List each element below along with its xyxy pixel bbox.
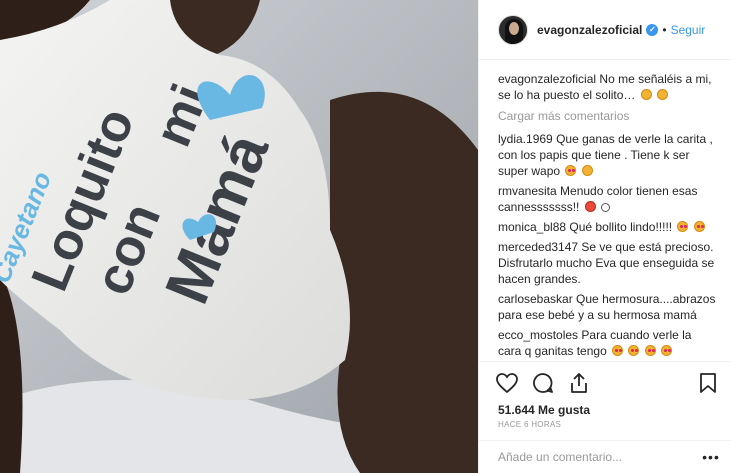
likes-count[interactable]: 51.644 Me gusta (498, 403, 590, 417)
add-comment-bar: Añade un comentario... ••• (479, 440, 731, 473)
heart-eyes-emoji-icon (644, 345, 656, 356)
comment-author[interactable]: merceded3147 (498, 240, 578, 254)
heart-eyes-emoji-icon (661, 345, 673, 356)
post-side-panel: evagonzalezoficial ✓ • Seguir evagonzale… (478, 0, 731, 473)
caption-author[interactable]: evagonzalezoficial (498, 72, 596, 86)
comment-item: monica_bl88 Qué bollito lindo!!!!! (498, 219, 718, 235)
baby-onesie-image: Cayetano Loquito con mi Mamá (0, 0, 478, 473)
comment-author[interactable]: carlosebaskar (498, 292, 573, 306)
bookmark-icon[interactable] (696, 371, 720, 395)
small-face-emoji-icon (601, 203, 611, 212)
avatar[interactable] (498, 14, 528, 45)
heart-eyes-emoji-icon (677, 221, 689, 232)
more-options-icon[interactable]: ••• (699, 449, 723, 465)
share-icon[interactable] (567, 371, 591, 395)
laughing-emoji-icon (640, 89, 652, 100)
heart-eyes-emoji-icon (693, 221, 705, 232)
heart-eyes-emoji-icon (565, 165, 577, 176)
post-actions-bar (479, 361, 731, 403)
comment-author[interactable]: lydia.1969 (498, 132, 553, 146)
comment-author[interactable]: monica_bl88 (498, 220, 566, 234)
comment-item: lydia.1969 Que ganas de verle la carita … (498, 131, 718, 179)
comment-item: ecco_mostoles Para cuando verle la cara … (498, 327, 718, 359)
header-username[interactable]: evagonzalezoficial (537, 23, 642, 37)
comments-list[interactable]: evagonzalezoficial No me señaléis a mi, … (479, 61, 731, 361)
red-face-emoji-icon (584, 201, 596, 212)
comment-item: rmvanesita Menudo color tienen esas cann… (498, 183, 718, 215)
comment-input[interactable]: Añade un comentario... (498, 450, 699, 464)
follow-button[interactable]: Seguir (671, 23, 706, 37)
smile-emoji-icon (581, 165, 593, 176)
caption: evagonzalezoficial No me señaléis a mi, … (498, 71, 718, 103)
comment-author[interactable]: rmvanesita (498, 184, 557, 198)
comment-author[interactable]: ecco_mostoles (498, 328, 578, 342)
heart-icon[interactable] (495, 371, 519, 395)
verified-badge-icon: ✓ (646, 23, 659, 36)
heart-eyes-emoji-icon (612, 345, 624, 356)
post-header: evagonzalezoficial ✓ • Seguir (479, 0, 731, 60)
comment-item: carlosebaskar Que hermosura....abrazos p… (498, 291, 718, 323)
post-photo[interactable]: Cayetano Loquito con mi Mamá (0, 0, 478, 473)
comment-icon[interactable] (531, 371, 555, 395)
heart-eyes-emoji-icon (628, 345, 640, 356)
load-more-comments-button[interactable]: Cargar más comentarios (498, 109, 718, 123)
header-separator: • (662, 22, 667, 37)
post-timestamp[interactable]: HACE 6 HORAS (498, 420, 561, 429)
comment-item: merceded3147 Se ve que está precioso. Di… (498, 239, 718, 287)
comment-text: Qué bollito lindo!!!!! (569, 220, 673, 234)
laughing-emoji-icon (657, 89, 669, 100)
